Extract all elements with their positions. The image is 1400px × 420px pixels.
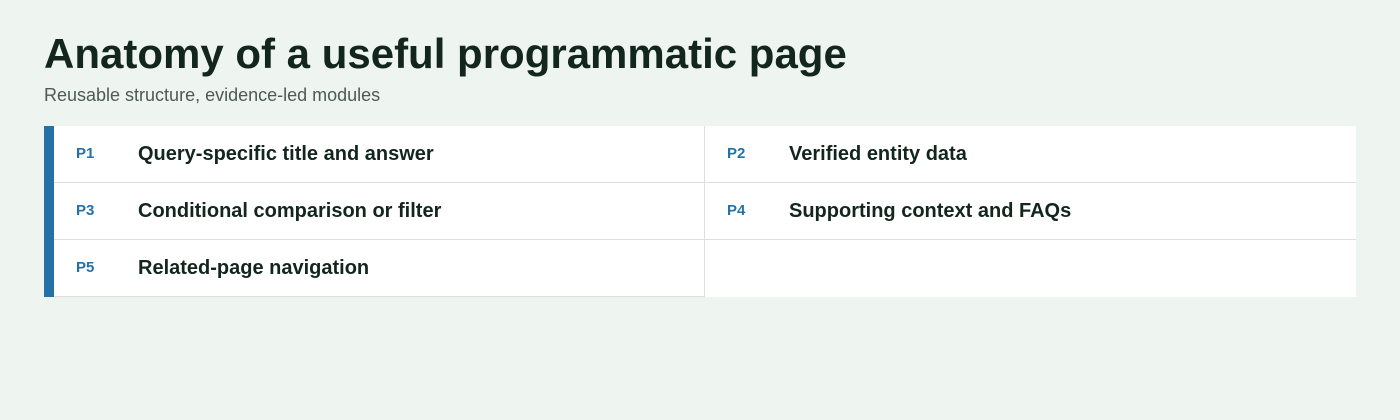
module-item-p3: P3 Conditional comparison or filter (54, 183, 705, 240)
module-code: P3 (76, 202, 95, 219)
module-item-p2: P2 Verified entity data (705, 126, 1356, 183)
module-code: P2 (727, 145, 746, 162)
module-code: P5 (76, 259, 95, 276)
module-item-p5: P5 Related-page navigation (54, 240, 705, 297)
module-empty-cell (705, 240, 1356, 297)
page-subtitle: Reusable structure, evidence-led modules (44, 85, 381, 105)
module-label: Query-specific title and answer (138, 143, 434, 165)
module-item-p1: P1 Query-specific title and answer (54, 126, 705, 183)
module-grid: P1 Query-specific title and answer P2 Ve… (54, 126, 1356, 297)
module-label: Related-page navigation (138, 257, 370, 279)
module-label: Supporting context and FAQs (789, 200, 1072, 222)
module-code: P1 (76, 145, 95, 162)
page-title: Anatomy of a useful programmatic page (44, 30, 847, 77)
module-code: P4 (727, 202, 746, 219)
accent-bar (44, 126, 54, 297)
module-label: Verified entity data (789, 143, 967, 165)
module-label: Conditional comparison or filter (138, 200, 442, 222)
module-item-p4: P4 Supporting context and FAQs (705, 183, 1356, 240)
module-panel: P1 Query-specific title and answer P2 Ve… (44, 126, 1356, 297)
